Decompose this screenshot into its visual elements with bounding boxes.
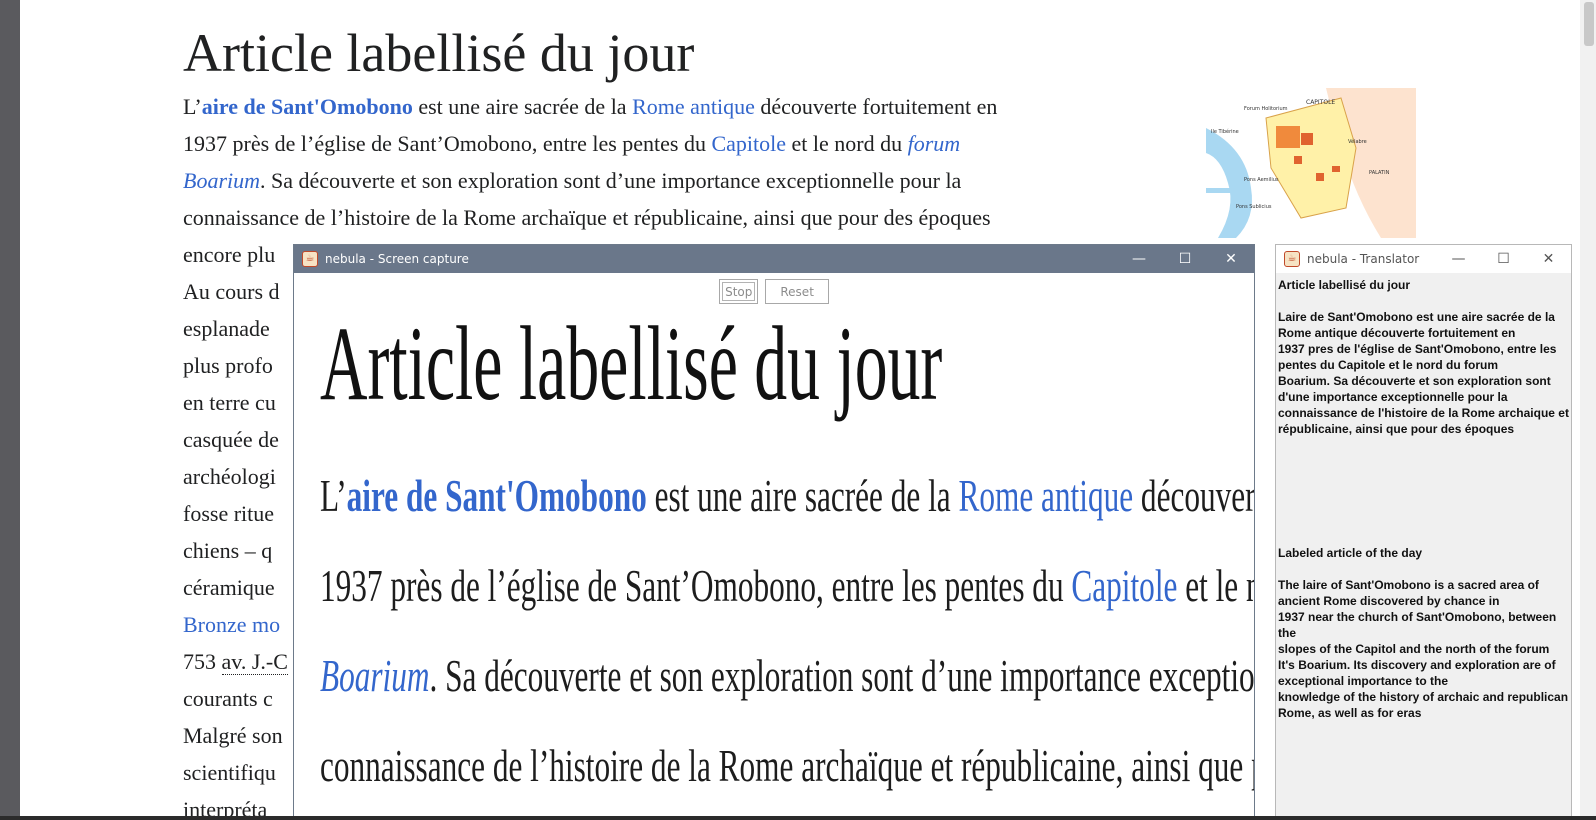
captured-paragraph: L’aire de Sant'Omobono est une aire sacr… — [320, 469, 1254, 820]
translated-line: It's Boarium. Its discovery and explorat… — [1278, 658, 1556, 672]
scrollbar-thumb[interactable] — [1584, 2, 1594, 46]
source-line: Boarium. Sa découverte et son exploratio… — [1278, 374, 1551, 388]
close-icon[interactable]: ✕ — [1526, 245, 1571, 273]
capture-toolbar: Stop Reset — [294, 279, 1254, 304]
translator-titlebar[interactable]: ☕ nebula - Translator — ☐ ✕ — [1276, 245, 1571, 273]
captured-title: Article labellisé du jour — [320, 305, 943, 422]
map-illustration: CAPITOLE Forum Holitorium Ile Tibérine V… — [1206, 88, 1416, 238]
map-label-capitole: CAPITOLE — [1306, 99, 1335, 106]
capture-window-title: nebula - Screen capture — [325, 252, 469, 266]
map-label-pons-aemilius: Pons Aemilius — [1244, 177, 1279, 183]
captured-line: L’aire de Sant'Omobono est une aire sacr… — [320, 469, 1254, 559]
link-forum-boarium[interactable]: forum — [908, 131, 961, 156]
text-run: est une aire sacrée de la — [646, 470, 959, 521]
translator-window-controls: — ☐ ✕ — [1436, 245, 1571, 273]
java-app-icon: ☕ — [1284, 251, 1300, 267]
translator-window-title: nebula - Translator — [1307, 252, 1420, 266]
translated-line: exceptional importance to the — [1278, 674, 1449, 688]
map-image[interactable]: CAPITOLE Forum Holitorium Ile Tibérine V… — [1206, 88, 1416, 238]
translated-title: Labeled article of the day — [1278, 546, 1423, 560]
article-title: Article labellisé du jour — [183, 23, 695, 83]
text-run: découverte fortuitement en — [1140, 470, 1254, 521]
link-aire-sant-omobono[interactable]: aire de Sant'Omobono — [202, 94, 413, 119]
minimize-icon[interactable]: — — [1116, 245, 1162, 273]
map-label-forum-holitorium: Forum Holitorium — [1244, 106, 1288, 112]
capture-window-controls: — ☐ ✕ — [1116, 245, 1254, 273]
text-run: 1937 près de l’église de Sant’Omobono, e… — [320, 560, 1072, 611]
translated-line: Rome, as well as for eras — [1278, 706, 1422, 720]
translated-line: 1937 near the church of Sant'Omobono, be… — [1278, 610, 1557, 640]
source-line: 1937 pres de l'église de Sant'Omobono, e… — [1278, 342, 1557, 356]
source-title: Article labellisé du jour — [1278, 278, 1411, 292]
captured-link-capitole: Capitole — [1071, 560, 1178, 611]
captured-link-boarium: Boarium — [320, 650, 430, 701]
captured-link-rome-antique: Rome antique — [958, 470, 1134, 521]
article-line: L’aire de Sant'Omobono est une aire sacr… — [183, 88, 1183, 125]
text-run: et le nord du — [786, 131, 908, 156]
captured-line: Boarium. Sa découverte et son exploratio… — [320, 649, 1254, 739]
captured-line: connaissance de l’histoire de la Rome ar… — [320, 740, 1254, 791]
link-forum-boarium-2[interactable]: Boarium — [183, 168, 260, 193]
link-rome-antique[interactable]: Rome antique — [632, 94, 755, 119]
text-run: . Sa découverte et son exploration sont … — [260, 168, 962, 193]
text-run: . Sa découverte et son exploration sont … — [429, 650, 1254, 701]
source-line: connaissance de l'histoire de la Rome ar… — [1278, 406, 1569, 420]
text-run: 1937 près de l’église de Sant’Omobono, e… — [183, 131, 712, 156]
maximize-icon[interactable]: ☐ — [1162, 245, 1208, 273]
java-app-icon: ☕ — [302, 251, 318, 267]
captured-line: 1937 près de l’église de Sant’Omobono, e… — [320, 559, 1254, 649]
desktop-left-edge — [0, 0, 20, 820]
reset-button[interactable]: Reset — [765, 279, 829, 304]
translator-window: ☕ nebula - Translator — ☐ ✕ Article labe… — [1275, 244, 1572, 820]
captured-link-aire: aire de Sant'Omobono — [346, 470, 647, 521]
source-text: Laire de Sant'Omobono est une aire sacré… — [1278, 309, 1571, 437]
source-line: Rome antique découverte fortuitement en — [1278, 326, 1516, 340]
capture-canvas: Stop Reset Article labellisé du jour L’a… — [294, 273, 1254, 820]
map-label-ile-tiberine: Ile Tibérine — [1211, 128, 1239, 135]
text-run: L’ — [320, 470, 347, 521]
translated-line: slopes of the Capitol and the north of t… — [1278, 642, 1550, 656]
map-label-pons-sublicius: Pons Sublicius — [1236, 204, 1272, 210]
link-bronze-moyen[interactable]: Bronze mo — [183, 612, 280, 637]
map-label-velabre: Vélabre — [1348, 138, 1367, 145]
translated-line: knowledge of the history of archaic and … — [1278, 690, 1569, 704]
taskbar-edge — [0, 816, 1596, 820]
capture-titlebar[interactable]: ☕ nebula - Screen capture — ☐ ✕ — [294, 245, 1254, 273]
text-run: découverte fortuitement en — [754, 94, 998, 119]
article-line: Boarium. Sa découverte et son exploratio… — [183, 162, 1183, 199]
link-capitole[interactable]: Capitole — [711, 131, 786, 156]
minimize-icon[interactable]: — — [1436, 245, 1481, 273]
text-run: L’ — [183, 94, 202, 119]
text-run: est une aire sacrée de la — [412, 94, 633, 119]
article-line: 1937 près de l’église de Sant’Omobono, e… — [183, 125, 1183, 162]
translated-text: The laire of Sant'Omobono is a sacred ar… — [1278, 577, 1571, 721]
map-label-palatin: PALATIN — [1369, 170, 1390, 176]
stop-button[interactable]: Stop — [719, 279, 759, 304]
maximize-icon[interactable]: ☐ — [1481, 245, 1526, 273]
source-line: républicaine, ainsi que pour des époques — [1278, 422, 1515, 436]
text-run: et le nord du — [1185, 560, 1254, 611]
article-line: connaissance de l’histoire de la Rome ar… — [183, 205, 991, 230]
close-icon[interactable]: ✕ — [1208, 245, 1254, 273]
source-line: Laire de Sant'Omobono est une aire sacré… — [1278, 310, 1555, 324]
translated-line: ancient Rome discovered by chance in — [1278, 594, 1500, 608]
screen-capture-window: ☕ nebula - Screen capture — ☐ ✕ Stop Res… — [293, 244, 1255, 820]
translator-text-area[interactable]: Article labellisé du jour Laire de Sant'… — [1276, 273, 1571, 721]
translated-line: The laire of Sant'Omobono is a sacred ar… — [1278, 578, 1539, 592]
page-scrollbar[interactable] — [1580, 0, 1596, 820]
source-line: pentes du Capitole et le nord du forum — [1278, 358, 1499, 372]
source-line: d'une importance exceptionnelle pour la — [1278, 390, 1508, 404]
abbr-av-jc: av. J.-C — [221, 649, 288, 675]
text-run: 753 — [183, 649, 222, 674]
